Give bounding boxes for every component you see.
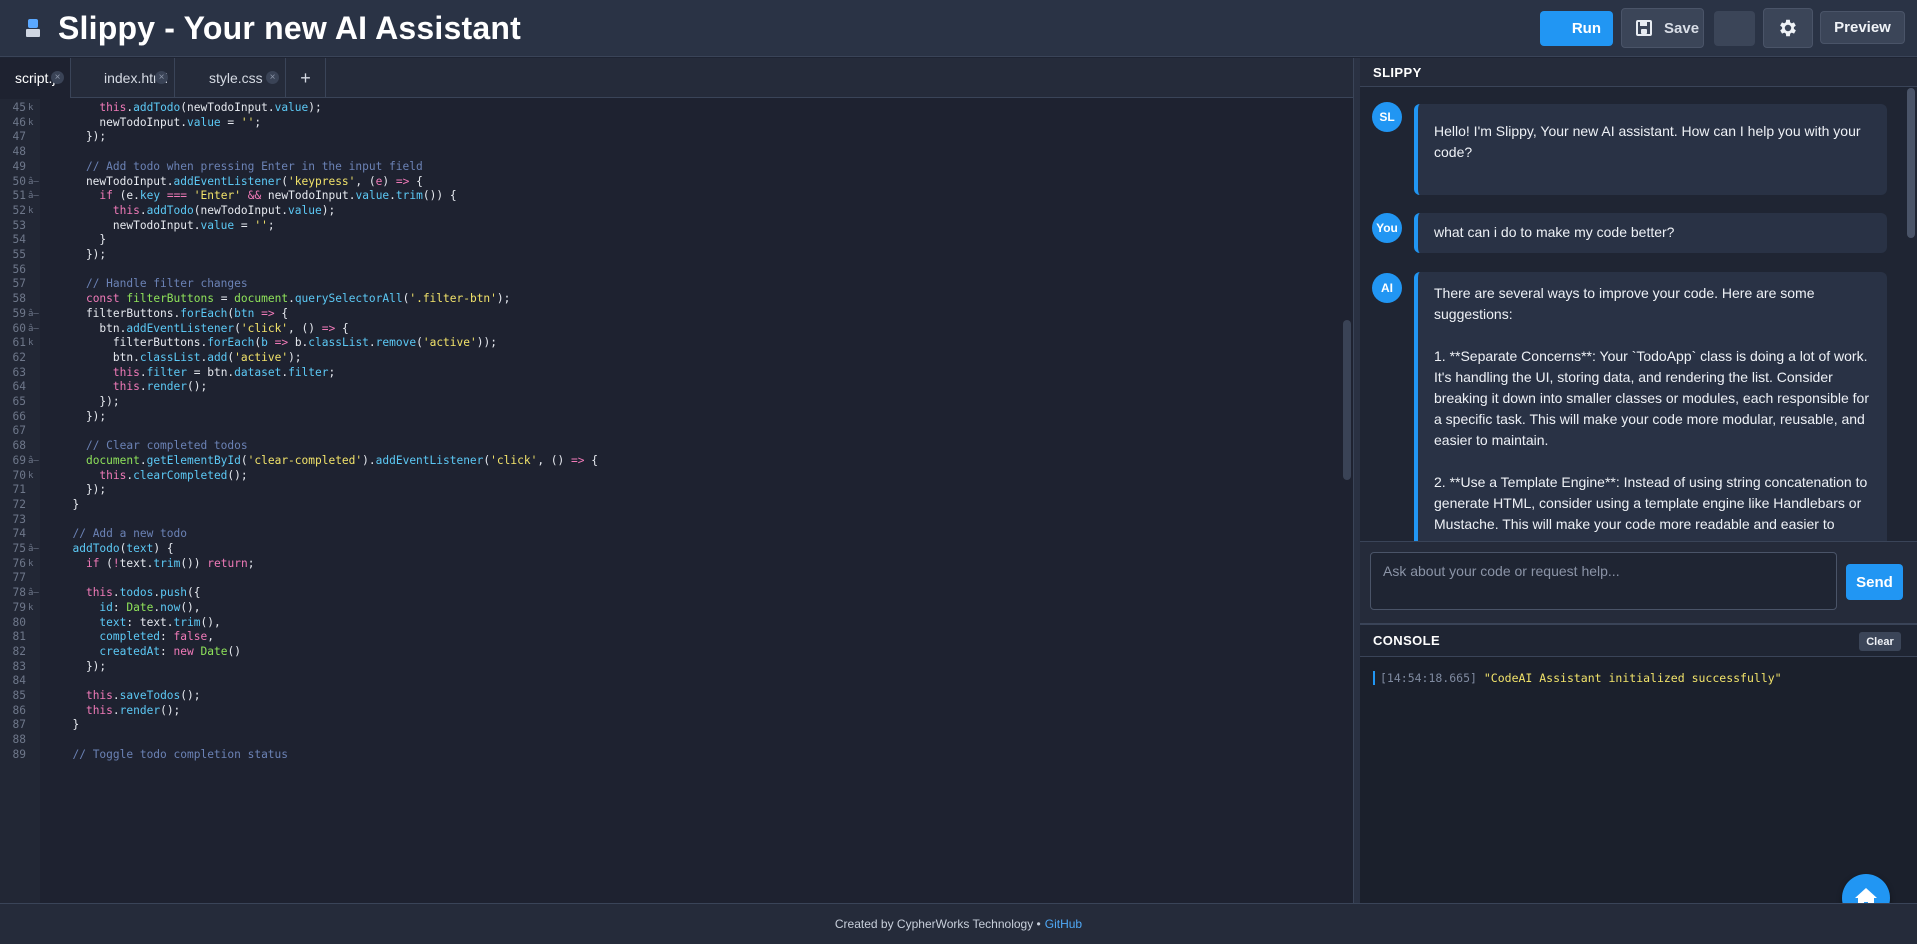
toolbar-blank-button[interactable] (1714, 11, 1755, 46)
run-label: Run (1571, 20, 1601, 37)
editor-scrollbar[interactable] (1343, 320, 1351, 480)
chat-messages: SL Hello! I'm Slippy, Your new AI assist… (1360, 88, 1917, 541)
send-button[interactable]: Send (1846, 564, 1903, 600)
app-title: Slippy - Your new AI Assistant (58, 9, 521, 46)
console-panel: CONSOLE Clear [14:54:18.665] "CodeAI Ass… (1360, 623, 1917, 903)
message-text: what can i do to make my code better? (1434, 224, 1675, 240)
close-icon[interactable]: × (266, 71, 279, 84)
code-editor: script.js × index.html × style.css × + 4… (0, 58, 1353, 903)
panel-resize-handle[interactable] (1353, 58, 1360, 903)
avatar: SL (1372, 102, 1402, 132)
message-text: There are several ways to improve your c… (1434, 285, 1815, 322)
code-text: // Toggle todo completion status (72, 747, 289, 761)
github-link[interactable]: GitHub (1045, 917, 1082, 931)
message-text: 2. **Use a Template Engine**: Instead of… (1434, 474, 1868, 532)
message-text: Hello! I'm Slippy, Your new AI assistant… (1434, 123, 1861, 160)
file-tabs: script.js × index.html × style.css × + (0, 58, 1353, 98)
gear-icon (1780, 19, 1796, 37)
chat-input-area: Send (1360, 541, 1917, 623)
floppy-disk-icon (1636, 20, 1652, 36)
message-text: 1. **Separate Concerns**: Your `TodoApp`… (1434, 348, 1869, 448)
chat-title: SLIPPY (1360, 58, 1917, 87)
chat-panel: SLIPPY SL Hello! I'm Slippy, Your new AI… (1360, 58, 1917, 623)
tab-index-html[interactable]: index.html × (71, 58, 175, 98)
code-area[interactable]: 45 k this.addTodo(newTodoInput.value); 46 k… (0, 99, 1353, 903)
settings-button[interactable] (1763, 8, 1813, 48)
robot-icon (26, 19, 40, 37)
log-message: "CodeAI Assistant initialized successful… (1483, 671, 1782, 685)
chat-message: what can i do to make my code better? (1414, 213, 1887, 253)
save-label: Save (1664, 19, 1700, 37)
chat-message: There are several ways to improve your c… (1414, 272, 1887, 541)
preview-button[interactable]: Preview (1820, 11, 1905, 44)
tab-style-css[interactable]: style.css × (175, 58, 286, 98)
code-line[interactable]: 89 // Toggle todo completion status (0, 746, 1340, 764)
chat-input[interactable] (1370, 552, 1837, 610)
add-tab-button[interactable]: + (286, 58, 326, 98)
console-log-entry: [14:54:18.665] "CodeAI Assistant initial… (1373, 671, 1782, 685)
save-button[interactable]: Save (1621, 8, 1704, 48)
tab-label: style.css (209, 70, 263, 86)
avatar: You (1372, 213, 1402, 243)
close-icon[interactable]: × (51, 71, 64, 84)
run-button[interactable]: Run (1540, 11, 1613, 46)
chat-message: Hello! I'm Slippy, Your new AI assistant… (1414, 104, 1887, 195)
avatar: AI (1372, 273, 1402, 303)
footer: Created by CypherWorks Technology • GitH… (0, 903, 1917, 944)
line-number: 89 (12, 747, 26, 761)
console-title: CONSOLE (1360, 625, 1917, 657)
close-icon[interactable]: × (155, 71, 168, 84)
chat-scrollbar[interactable] (1907, 88, 1915, 238)
footer-credit: Created by CypherWorks Technology • (834, 917, 1041, 931)
log-timestamp: [14:54:18.665] (1380, 671, 1477, 685)
tab-script-js[interactable]: script.js × (0, 58, 71, 98)
clear-console-button[interactable]: Clear (1859, 632, 1901, 651)
